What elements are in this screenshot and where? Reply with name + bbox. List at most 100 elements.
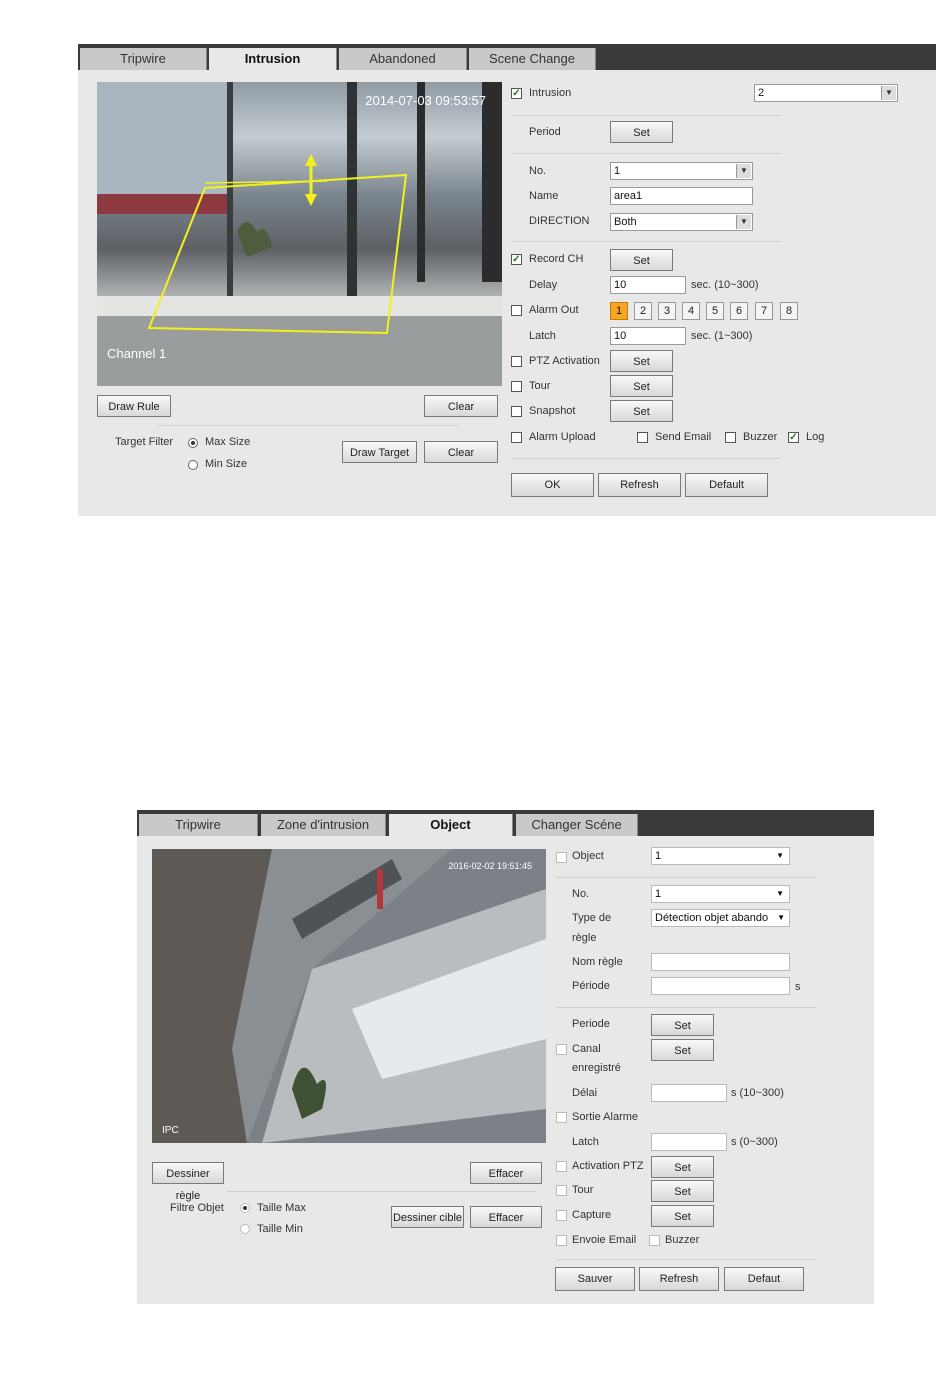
rule-overlay[interactable] — [97, 82, 502, 386]
ptz-activation-checkbox[interactable] — [511, 356, 522, 367]
rule-type-label: Type de — [572, 912, 612, 924]
draw-rule-button[interactable]: Dessiner règle — [152, 1162, 224, 1202]
name-input[interactable]: area1 — [610, 187, 753, 205]
snapshot-checkbox[interactable] — [511, 406, 522, 417]
alarm-upload-checkbox[interactable] — [511, 432, 522, 443]
buzzer-label: Buzzer — [665, 1234, 700, 1246]
object-select[interactable]: 1 ▼ — [651, 847, 790, 865]
buzzer-checkbox[interactable] — [725, 432, 736, 443]
max-size-radio[interactable] — [188, 438, 198, 448]
default-button[interactable]: Default — [685, 473, 768, 497]
alarm-channel-1[interactable]: 1 — [610, 302, 628, 320]
ptz-set-button[interactable]: Set — [610, 350, 673, 372]
default-button[interactable]: Defaut — [724, 1267, 804, 1291]
refresh-button[interactable]: Refresh — [639, 1267, 719, 1291]
object-checkbox[interactable] — [556, 852, 567, 863]
min-size-radio[interactable] — [188, 460, 198, 470]
divider — [158, 425, 458, 426]
min-size-radio[interactable] — [240, 1224, 250, 1234]
period-set-button[interactable]: Set — [651, 1014, 714, 1036]
intrusion-checkbox[interactable]: ✓ — [511, 88, 522, 99]
draw-rule-button[interactable]: Draw Rule — [97, 395, 171, 417]
email-checkbox[interactable] — [556, 1235, 567, 1246]
log-checkbox[interactable]: ✓ — [788, 432, 799, 443]
capture-set-button[interactable]: Set — [651, 1205, 714, 1227]
record-set-button[interactable]: Set — [651, 1039, 714, 1061]
record-ch-set-button[interactable]: Set — [610, 249, 673, 271]
capture-checkbox[interactable] — [556, 1210, 567, 1221]
period-set-button[interactable]: Set — [610, 121, 673, 143]
tour-label: Tour — [572, 1184, 594, 1196]
record-ch-label: Record CH — [529, 253, 584, 265]
chevron-down-icon: ▼ — [881, 86, 896, 100]
video-preview[interactable]: 2016-02-02 19:51:45 IPC — [152, 849, 546, 1143]
intrusion-select[interactable]: 2 ▼ — [754, 84, 898, 102]
alarm-channel-6[interactable]: 6 — [730, 302, 748, 320]
delay-input[interactable] — [651, 1084, 727, 1102]
clear-rule-button[interactable]: Effacer — [470, 1162, 542, 1184]
tab-tripwire[interactable]: Tripwire — [80, 48, 207, 70]
ptz-checkbox[interactable] — [556, 1161, 567, 1172]
rule-type-select[interactable]: Détection objet abando ▼ — [651, 909, 790, 927]
divider — [511, 115, 781, 116]
latch-label: Latch — [529, 330, 556, 342]
latch-input[interactable]: 10 — [610, 327, 686, 345]
no-label: No. — [572, 888, 590, 900]
alarm-channel-2[interactable]: 2 — [634, 302, 652, 320]
no-label: No. — [529, 165, 547, 177]
alarm-channel-5[interactable]: 5 — [706, 302, 724, 320]
clear-target-button[interactable]: Effacer — [470, 1206, 542, 1228]
tab-intrusion[interactable]: Intrusion — [209, 48, 337, 70]
tour-set-button[interactable]: Set — [651, 1180, 714, 1202]
alarm-channel-8[interactable]: 8 — [780, 302, 798, 320]
record-ch-checkbox[interactable]: ✓ — [511, 254, 522, 265]
tab-object[interactable]: Object — [389, 814, 513, 836]
alarm-channel-4[interactable]: 4 — [682, 302, 700, 320]
ok-button[interactable]: OK — [511, 473, 594, 497]
latch-unit: s (0~300) — [731, 1136, 778, 1148]
alarm-channel-7[interactable]: 7 — [755, 302, 773, 320]
ptz-set-button[interactable]: Set — [651, 1156, 714, 1178]
refresh-button[interactable]: Refresh — [598, 473, 681, 497]
chevron-down-icon: ▼ — [777, 910, 785, 926]
tour-set-button[interactable]: Set — [610, 375, 673, 397]
rule-type-label-2: règle — [572, 932, 597, 944]
period-label: Periode — [572, 1018, 610, 1030]
alarm-out-label: Sortie Alarme — [572, 1111, 639, 1123]
direction-select[interactable]: Both ▼ — [610, 213, 753, 231]
object-panel: Tripwire Zone d'intrusion Object Changer… — [137, 810, 874, 1304]
tab-abandoned[interactable]: Abandoned — [339, 48, 467, 70]
period-input[interactable] — [651, 977, 790, 995]
alarm-out-checkbox[interactable] — [511, 305, 522, 316]
clear-target-button[interactable]: Clear — [424, 441, 498, 463]
tab-tripwire[interactable]: Tripwire — [139, 814, 258, 836]
save-button[interactable]: Sauver — [555, 1267, 635, 1291]
draw-target-button[interactable]: Draw Target — [342, 441, 417, 463]
delay-input[interactable]: 10 — [610, 276, 686, 294]
send-email-checkbox[interactable] — [637, 432, 648, 443]
max-size-radio[interactable] — [240, 1203, 250, 1213]
no-select[interactable]: 1 ▼ — [651, 885, 790, 903]
no-select[interactable]: 1 ▼ — [610, 162, 753, 180]
name-label: Name — [529, 190, 559, 202]
tab-changer-scene[interactable]: Changer Scéne — [516, 814, 638, 836]
tab-zone-intrusion[interactable]: Zone d'intrusion — [261, 814, 386, 836]
record-checkbox[interactable] — [556, 1044, 567, 1055]
video-preview[interactable]: 2014-07-03 09:53:57 Channel 1 — [97, 82, 502, 386]
alarm-channel-3[interactable]: 3 — [658, 302, 676, 320]
capture-label: Capture — [572, 1209, 612, 1221]
buzzer-checkbox[interactable] — [649, 1235, 660, 1246]
latch-input[interactable] — [651, 1133, 727, 1151]
tour-checkbox[interactable] — [511, 381, 522, 392]
clear-rule-button[interactable]: Clear — [424, 395, 498, 417]
tab-scene-change[interactable]: Scene Change — [469, 48, 596, 70]
divider — [511, 241, 781, 242]
delay-label: Délai — [572, 1087, 598, 1099]
record-label-2: enregistré — [572, 1062, 621, 1074]
buzzer-label: Buzzer — [743, 431, 778, 443]
tour-checkbox[interactable] — [556, 1185, 567, 1196]
draw-target-button[interactable]: Dessiner cible — [391, 1206, 464, 1228]
rule-name-input[interactable] — [651, 953, 790, 971]
alarm-out-checkbox[interactable] — [556, 1112, 567, 1123]
snapshot-set-button[interactable]: Set — [610, 400, 673, 422]
